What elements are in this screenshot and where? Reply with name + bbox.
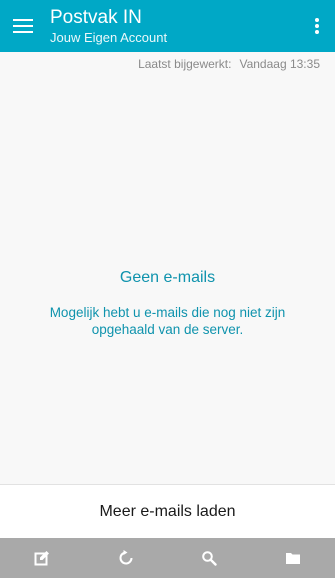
folder-icon [286,553,301,564]
empty-state-title: Geen e-mails [119,269,216,286]
compose-button[interactable] [0,538,84,578]
hamburger-menu-icon[interactable] [13,17,33,33]
bottom-toolbar [0,538,335,578]
refresh-button[interactable] [84,538,168,578]
last-updated-value: Vandaag 13:35 [239,57,320,71]
email-app: Postvak IN Jouw Eigen Account Laatst bij… [0,0,335,578]
compose-icon [34,551,49,566]
folder-button[interactable] [251,538,335,578]
more-vertical-icon[interactable] [314,17,320,35]
last-updated-label: Laatst bijgewerkt: [138,57,232,71]
refresh-icon [119,550,133,565]
folder-title: Postvak IN [50,7,142,28]
load-more-button[interactable]: Meer e-mails laden [0,484,335,538]
empty-state-message: Mogelijk hebt u e-mails die nog niet zij… [49,305,286,337]
search-button[interactable] [168,538,252,578]
empty-state: Geen e-mails Mogelijk hebt u e-mails die… [0,268,335,338]
account-name: Jouw Eigen Account [50,30,168,45]
app-bar: Postvak IN Jouw Eigen Account [0,0,335,52]
search-icon [202,551,218,566]
last-updated: Laatst bijgewerkt: Vandaag 13:35 [138,56,320,72]
